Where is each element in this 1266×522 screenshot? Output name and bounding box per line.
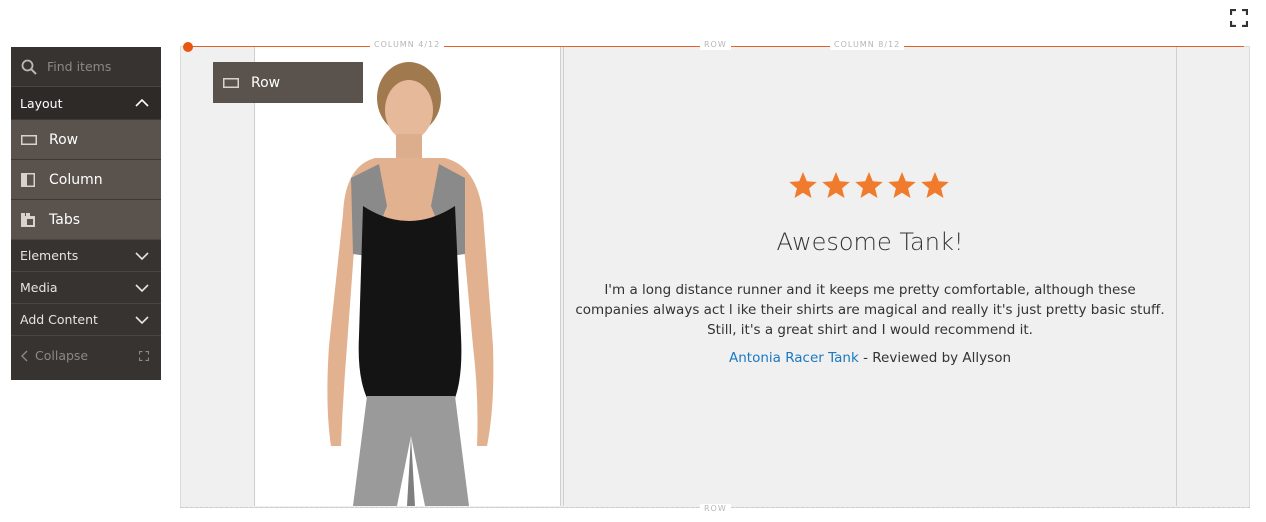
elements-group-header[interactable]: Elements <box>11 239 161 271</box>
search-icon <box>21 59 37 75</box>
left-column-label: COLUMN 4/12 <box>370 40 445 50</box>
chevron-left-icon <box>21 350 28 361</box>
sidebar-item-row[interactable]: Row <box>11 119 161 159</box>
sidebar-item-label: Row <box>49 131 79 148</box>
sidebar-item-column[interactable]: Column <box>11 159 161 199</box>
bottom-row-label: ROW <box>700 504 731 514</box>
row-drag-preview[interactable]: Row <box>213 62 363 103</box>
sidebar-item-label: Tabs <box>49 211 80 228</box>
product-image <box>255 46 560 506</box>
row-drag-label: Row <box>251 74 281 91</box>
row-icon <box>21 133 39 147</box>
chevron-down-icon <box>135 315 149 324</box>
row-drag-handle[interactable] <box>183 42 193 52</box>
sidebar-item-tabs[interactable]: Tabs <box>11 199 161 239</box>
chevron-down-icon <box>135 283 149 292</box>
star-icon <box>921 172 949 199</box>
chevron-up-icon <box>135 99 149 107</box>
right-column-label: COLUMN 8/12 <box>830 40 905 50</box>
layout-group-label: Layout <box>20 95 63 111</box>
column-left[interactable] <box>254 46 561 506</box>
collapse-button[interactable]: Collapse <box>11 335 161 375</box>
collapse-label: Collapse <box>35 348 89 363</box>
search-box[interactable] <box>11 47 161 87</box>
expand-icon[interactable] <box>139 350 149 361</box>
add-content-group-header[interactable]: Add Content <box>11 303 161 335</box>
review-body: I'm a long distance runner and it keeps … <box>575 282 1165 338</box>
reviewer-text: - Reviewed by Allyson <box>858 350 1012 366</box>
row-icon <box>223 76 241 90</box>
chevron-down-icon <box>135 251 149 260</box>
column-icon <box>21 172 39 187</box>
sidebar-item-label: Column <box>49 171 103 188</box>
product-link[interactable]: Antonia Racer Tank <box>729 350 859 366</box>
review-title: Awesome Tank! <box>776 228 964 256</box>
top-row-label: ROW <box>700 40 731 50</box>
star-icon <box>855 172 883 199</box>
star-icon <box>822 172 850 199</box>
rating-stars <box>788 172 950 200</box>
fullscreen-icon[interactable] <box>1229 8 1249 28</box>
media-group-label: Media <box>20 280 58 295</box>
elements-group-label: Elements <box>20 248 79 263</box>
layout-group-header[interactable]: Layout <box>11 87 161 119</box>
media-group-header[interactable]: Media <box>11 271 161 303</box>
star-icon <box>789 172 817 199</box>
page-builder-panel: Layout Row Column Tabs Elements Media Ad… <box>11 47 161 380</box>
review-footer: Antonia Racer Tank - Reviewed by Allyson <box>563 350 1177 366</box>
star-icon <box>888 172 916 199</box>
search-input[interactable] <box>45 58 149 75</box>
column-right[interactable] <box>563 46 1177 506</box>
add-content-group-label: Add Content <box>20 312 98 327</box>
tabs-icon <box>21 212 39 227</box>
